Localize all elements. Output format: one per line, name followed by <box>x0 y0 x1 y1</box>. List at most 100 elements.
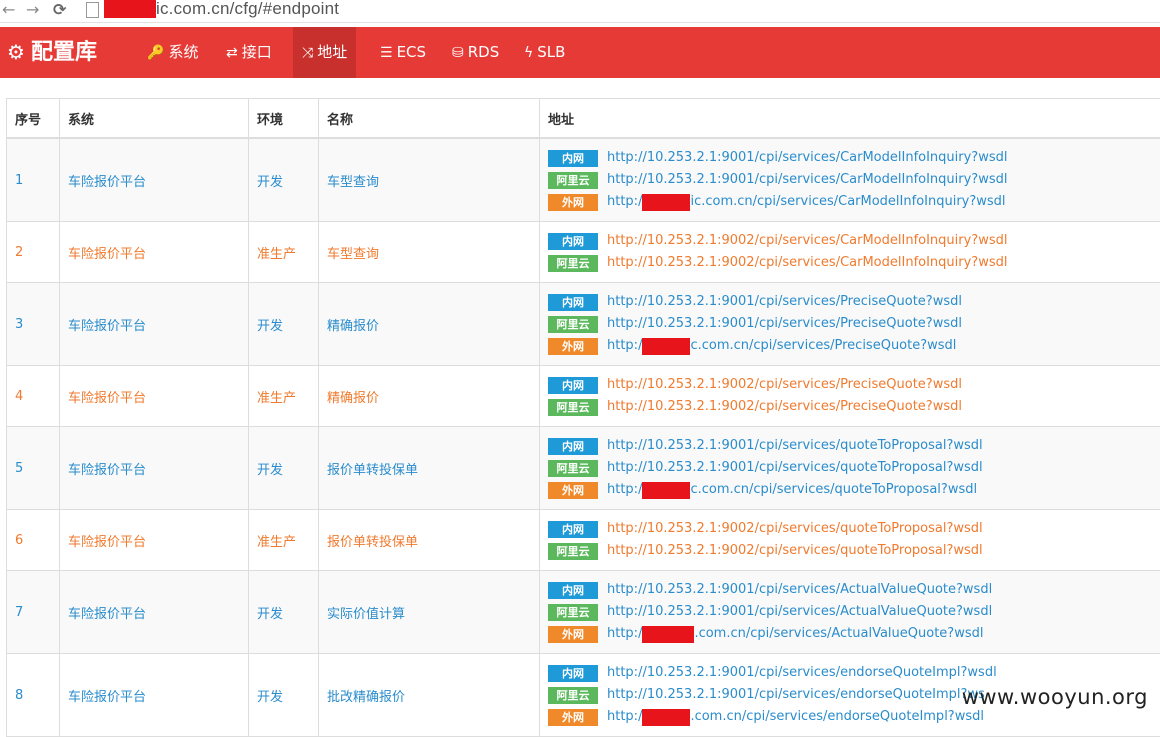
address-line: 阿里云http://10.253.2.1:9002/cpi/services/P… <box>548 396 1157 418</box>
cell-no: 5 <box>7 427 60 510</box>
cell-name: 车型查询 <box>319 222 540 283</box>
cell-name: 报价单转投保单 <box>319 427 540 510</box>
network-badge-ali: 阿里云 <box>548 172 598 189</box>
cell-system: 车险报价平台 <box>60 138 249 222</box>
nav-item-label: RDS <box>468 43 500 61</box>
cell-system: 车险报价平台 <box>60 654 249 737</box>
forward-arrow-icon[interactable]: → <box>26 0 39 20</box>
address-link-prefix[interactable]: http:/ <box>607 482 642 497</box>
network-badge-in: 内网 <box>548 150 598 167</box>
address-line: 阿里云http://10.253.2.1:9002/cpi/services/q… <box>548 540 1157 562</box>
redaction-block <box>642 482 690 499</box>
nav-item-label: 系统 <box>168 43 198 61</box>
nav-item-rds[interactable]: ⛁RDS <box>443 27 508 78</box>
gears-icon: ⚙ <box>7 40 25 64</box>
cell-address: 内网http://10.253.2.1:9001/cpi/services/Ac… <box>540 571 1160 654</box>
brand[interactable]: ⚙配置库 <box>7 27 97 78</box>
address-link[interactable]: http://10.253.2.1:9001/cpi/services/CarM… <box>607 172 1007 187</box>
table-row[interactable]: 2车险报价平台准生产车型查询内网http://10.253.2.1:9002/c… <box>7 222 1160 283</box>
header-name[interactable]: 名称 <box>319 99 540 139</box>
address-line: 阿里云http://10.253.2.1:9001/cpi/services/q… <box>548 457 1157 479</box>
network-badge-in: 内网 <box>548 377 598 394</box>
address-link[interactable]: http://10.253.2.1:9002/cpi/services/CarM… <box>607 255 1007 270</box>
table-row[interactable]: 1车险报价平台开发车型查询内网 http://10.253.2.1:9001/cp… <box>7 138 1160 222</box>
address-line: 阿里云http://10.253.2.1:9001/cpi/services/A… <box>548 601 1157 623</box>
network-badge-in: 内网 <box>548 521 598 538</box>
nav-item-slb[interactable]: ϟSLB <box>515 27 574 78</box>
address-link[interactable]: .com.cn/cpi/services/endorseQuoteImpl?ws… <box>690 709 984 724</box>
address-link-prefix[interactable]: http:/ <box>607 626 642 641</box>
address-link-prefix[interactable]: http:/ <box>607 709 642 724</box>
address-line: 阿里云http://10.253.2.1:9001/cpi/services/P… <box>548 313 1157 335</box>
cell-system: 车险报价平台 <box>60 571 249 654</box>
table-header-row: 序号 系统 环境 名称 地址 <box>7 99 1160 139</box>
cell-system: 车险报价平台 <box>60 366 249 427</box>
nav-item-接口[interactable]: ⇄接口 <box>217 27 281 78</box>
cell-system: 车险报价平台 <box>60 427 249 510</box>
bolt-icon: ϟ <box>524 45 533 61</box>
nav-item-系统[interactable]: 🔑系统 <box>138 27 207 78</box>
address-link[interactable]: http://10.253.2.1:9001/cpi/services/Actu… <box>607 582 992 597</box>
top-navbar: ⚙配置库 🔑系统⇄接口⤨地址 ☰ECS⛁RDSϟSLB <box>0 27 1160 78</box>
redaction-block <box>104 0 156 18</box>
address-line: 内网http://10.253.2.1:9001/cpi/services/qu… <box>548 435 1157 457</box>
cell-env: 准生产 <box>249 510 319 571</box>
endpoint-table: 序号 系统 环境 名称 地址 1车险报价平台开发车型查询内网http://10.… <box>6 98 1160 737</box>
address-link[interactable]: http://10.253.2.1:9001/cpi/services/endo… <box>607 687 985 702</box>
network-badge-in: 内网 <box>548 294 598 311</box>
cell-env: 开发 <box>249 138 319 222</box>
address-link-prefix[interactable]: http:/ <box>607 338 642 353</box>
table-row[interactable]: 5车险报价平台开发报价单转投保单内网http://10.253.2.1:9001… <box>7 427 1160 510</box>
address-link[interactable]: http://10.253.2.1:9002/cpi/services/Prec… <box>607 399 962 414</box>
nav-item-地址[interactable]: ⤨地址 <box>293 27 356 78</box>
address-line: 阿里云 http://10.253.2.1:9001/cpi/services/C… <box>548 169 1157 191</box>
cell-no: 6 <box>7 510 60 571</box>
address-link[interactable]: http://10.253.2.1:9002/cpi/services/quot… <box>607 543 983 558</box>
table-row[interactable]: 4车险报价平台准生产精确报价内网http://10.253.2.1:9002/c… <box>7 366 1160 427</box>
address-link[interactable]: .com.cn/cpi/services/ActualValueQuote?ws… <box>694 626 983 641</box>
address-line: 内网http://10.253.2.1:9002/cpi/services/Ca… <box>548 230 1157 252</box>
redaction-block <box>642 626 694 643</box>
exchange-icon: ⇄ <box>226 45 238 61</box>
table-row[interactable]: 6车险报价平台准生产报价单转投保单内网http://10.253.2.1:900… <box>7 510 1160 571</box>
nav-item-ecs[interactable]: ☰ECS <box>371 27 435 78</box>
address-link[interactable]: http://10.253.2.1:9001/cpi/services/CarM… <box>607 150 1007 165</box>
cell-no: 8 <box>7 654 60 737</box>
table-row[interactable]: 3车险报价平台开发精确报价内网http://10.253.2.1:9001/cp… <box>7 283 1160 366</box>
address-line: 内网 http://10.253.2.1:9002/cpi/services/qu… <box>548 518 1157 540</box>
address-link[interactable]: http://10.253.2.1:9002/cpi/services/CarM… <box>607 233 1007 248</box>
header-system[interactable]: 系统 <box>60 99 249 139</box>
header-address[interactable]: 地址 <box>540 99 1160 139</box>
address-link[interactable]: http://10.253.2.1:9001/cpi/services/Prec… <box>607 294 962 309</box>
network-badge-out: 外网 <box>548 482 598 499</box>
cell-name: 车型查询 <box>319 138 540 222</box>
address-link[interactable]: http://10.253.2.1:9002/cpi/services/Prec… <box>607 377 962 392</box>
address-link[interactable]: http://10.253.2.1:9001/cpi/services/Actu… <box>607 604 992 619</box>
address-link[interactable]: c.com.cn/cpi/services/quoteToProposal?ws… <box>690 482 977 497</box>
address-link[interactable]: c.com.cn/cpi/services/PreciseQuote?wsdl <box>690 338 956 353</box>
cell-no: 1 <box>7 138 60 222</box>
reload-icon[interactable]: ⟳ <box>53 0 66 20</box>
address-line: 阿里云 http://10.253.2.1:9002/cpi/services/C… <box>548 252 1157 274</box>
address-link[interactable]: http://10.253.2.1:9002/cpi/services/quot… <box>607 521 983 536</box>
address-link[interactable]: http://10.253.2.1:9001/cpi/services/quot… <box>607 438 983 453</box>
redaction-block <box>642 709 690 726</box>
header-env[interactable]: 环境 <box>249 99 319 139</box>
page-icon <box>86 2 99 18</box>
table-row[interactable]: 7车险报价平台开发实际价值计算内网http://10.253.2.1:9001/… <box>7 571 1160 654</box>
address-link[interactable]: http://10.253.2.1:9001/cpi/services/Prec… <box>607 316 962 331</box>
cell-address: 内网 http://10.253.2.1:9001/cpi/services/Ca… <box>540 138 1160 222</box>
address-link[interactable]: ic.com.cn/cpi/services/CarModelInfoInqui… <box>690 194 1005 209</box>
url-field[interactable]: ic.com.cn/cfg/#endpoint <box>156 0 339 19</box>
network-badge-ali: 阿里云 <box>548 255 598 272</box>
address-link-prefix[interactable]: http:/ <box>607 194 642 209</box>
cell-no: 4 <box>7 366 60 427</box>
address-line: 外网 http:/ c.com.cn/cpi/services/PreciseQuo… <box>548 335 1157 357</box>
header-no[interactable]: 序号 <box>7 99 60 139</box>
back-arrow-icon[interactable]: ← <box>2 0 15 20</box>
nav-item-label: ECS <box>397 43 426 61</box>
address-link[interactable]: http://10.253.2.1:9001/cpi/services/quot… <box>607 460 983 475</box>
address-line: 内网http://10.253.2.1:9001/cpi/services/Ac… <box>548 579 1157 601</box>
address-link[interactable]: http://10.253.2.1:9001/cpi/services/endo… <box>607 665 997 680</box>
network-badge-out: 外网 <box>548 338 598 355</box>
